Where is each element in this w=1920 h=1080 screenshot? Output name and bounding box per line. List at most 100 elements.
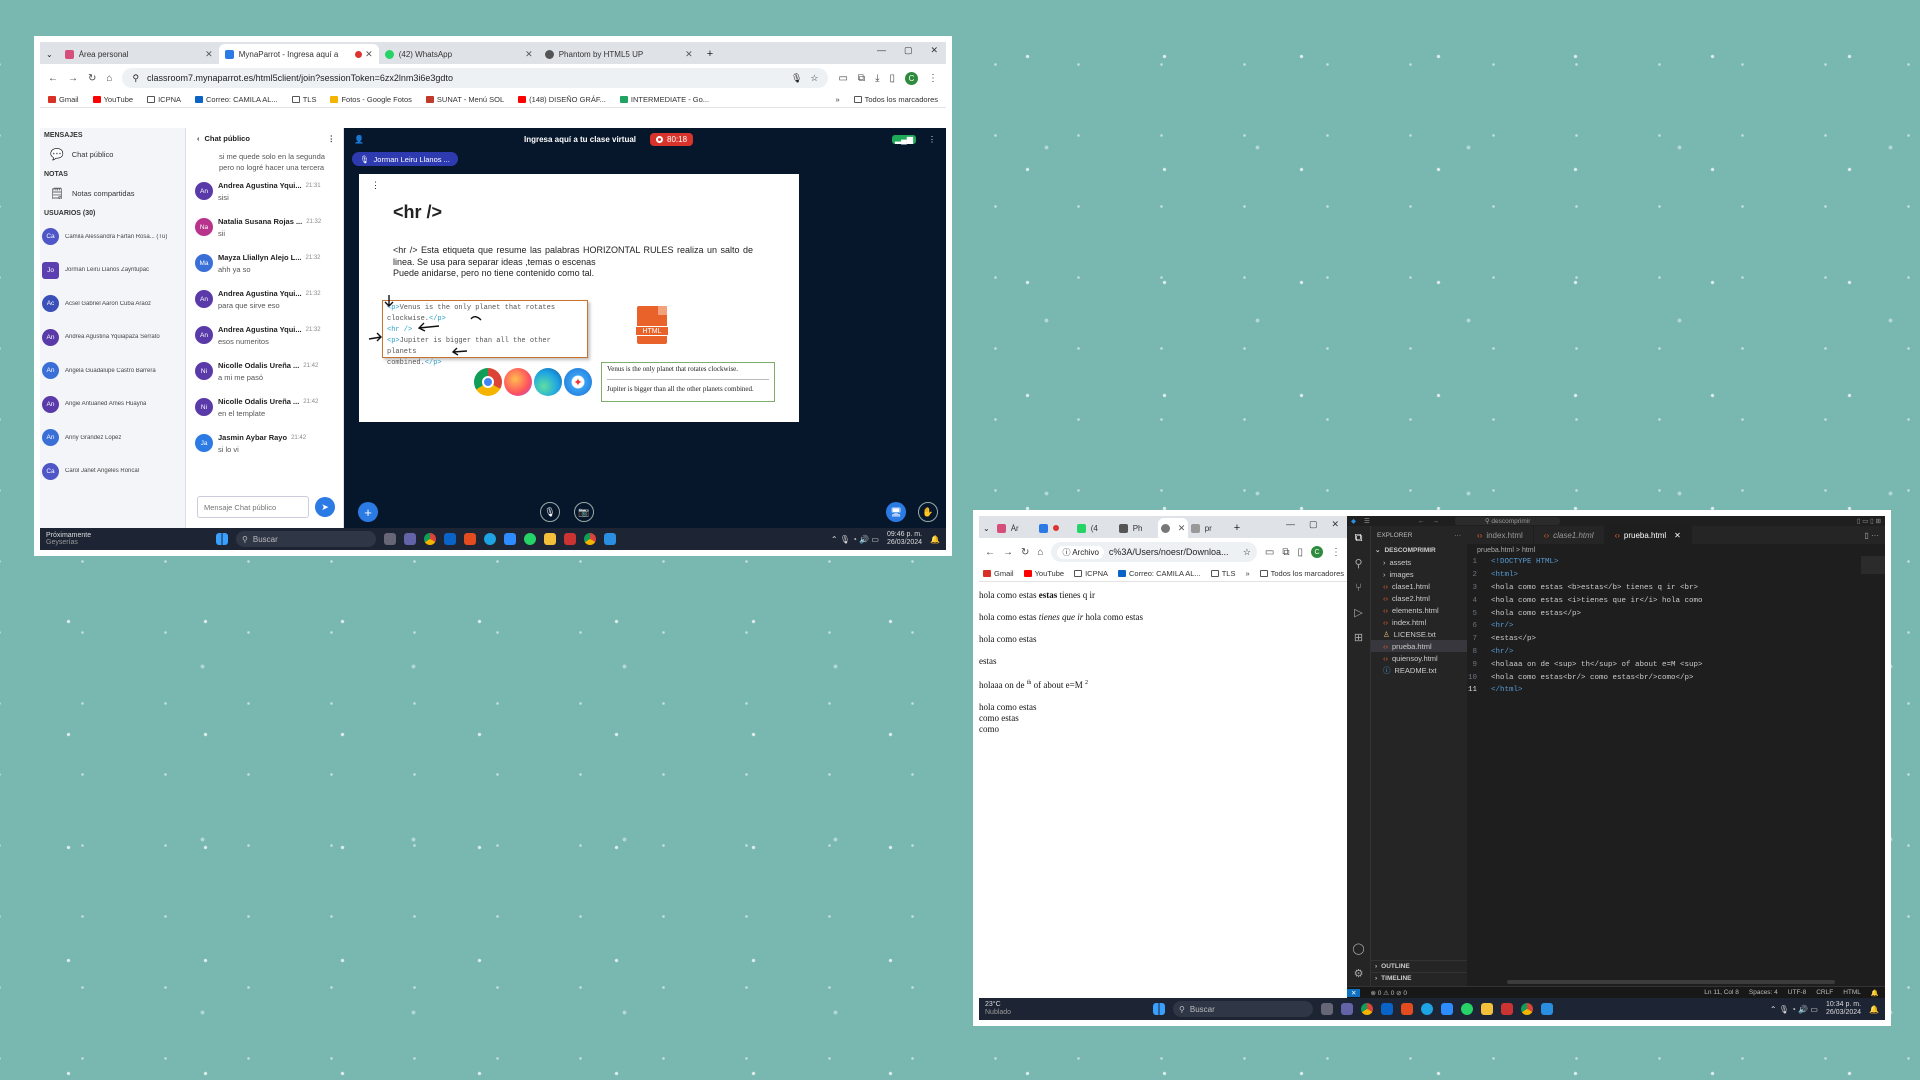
line-ending[interactable]: CRLF bbox=[1816, 989, 1833, 996]
all-bookmarks[interactable]: Todos los marcadores bbox=[853, 95, 938, 104]
explorer-item[interactable]: ‹› clase1.html bbox=[1371, 580, 1467, 592]
maximize-icon[interactable]: ▢ bbox=[904, 45, 913, 56]
close-icon[interactable]: ✕ bbox=[365, 49, 373, 60]
close-icon[interactable]: ✕ bbox=[525, 49, 533, 60]
slide-options-icon[interactable]: ⋮ bbox=[371, 180, 380, 191]
zoom-icon[interactable] bbox=[1441, 1003, 1453, 1015]
teams-icon[interactable] bbox=[404, 533, 416, 545]
menu-icon[interactable]: ⋮ bbox=[1331, 547, 1341, 558]
more-options-icon[interactable]: ⋮ bbox=[928, 135, 936, 144]
taskbar-search[interactable]: ⚲ Buscar bbox=[1173, 1001, 1313, 1017]
mic-icon[interactable]: 🎙 bbox=[791, 73, 802, 84]
bookmark-youtube[interactable]: YouTube bbox=[92, 95, 133, 104]
search-icon[interactable]: ⚲ bbox=[1354, 557, 1362, 570]
explorer-item-selected[interactable]: ‹› prueba.html bbox=[1371, 640, 1467, 652]
tab-area-personal[interactable]: Área personal ✕ bbox=[59, 44, 219, 64]
back-icon[interactable]: ← bbox=[48, 73, 58, 84]
close-window-icon[interactable]: ✕ bbox=[1331, 519, 1339, 530]
user-item[interactable]: An Anny Grandez Lopez bbox=[40, 421, 185, 455]
close-icon[interactable]: ✕ bbox=[205, 49, 213, 60]
tab-list-icon[interactable]: ⌄ bbox=[46, 50, 53, 59]
chrome-active-icon[interactable] bbox=[584, 533, 596, 545]
file-explorer-icon[interactable] bbox=[544, 533, 556, 545]
code-area[interactable]: 1 <!DOCTYPE HTML> 2 <html> 3 <hola como estas… bbox=[1467, 556, 1885, 697]
tab-file[interactable]: pr bbox=[1188, 518, 1228, 538]
zoom-icon[interactable] bbox=[504, 533, 516, 545]
minimize-icon[interactable]: — bbox=[877, 45, 886, 56]
chrome-icon[interactable] bbox=[1361, 1003, 1373, 1015]
whatsapp-icon[interactable] bbox=[1461, 1003, 1473, 1015]
taskbar-search[interactable]: ⚲ Buscar bbox=[236, 531, 376, 547]
bookmark-star-icon[interactable]: ☆ bbox=[1243, 547, 1251, 558]
close-icon[interactable]: ✕ bbox=[685, 49, 693, 60]
tab-phantom[interactable]: Ph bbox=[1116, 518, 1158, 538]
cast-icon[interactable]: ▭ bbox=[1265, 547, 1274, 558]
taskbar-clock[interactable]: 10:34 p. m. 26/03/2024 bbox=[1826, 1001, 1861, 1017]
explorer-item[interactable]: ♙ LICENSE.txt bbox=[1371, 628, 1467, 640]
home-icon[interactable]: ⌂ bbox=[1037, 547, 1043, 558]
minimap[interactable] bbox=[1861, 556, 1885, 574]
reload-icon[interactable]: ↻ bbox=[88, 73, 96, 84]
bookmark-fotos[interactable]: Fotos - Google Fotos bbox=[330, 95, 412, 104]
site-info-icon[interactable]: ⚲ bbox=[132, 73, 139, 84]
edge-icon[interactable] bbox=[484, 533, 496, 545]
recording-indicator[interactable]: 80:18 bbox=[650, 132, 694, 146]
user-item[interactable]: Ca Camila Alessandra Farfan Rosa... (Tú) bbox=[40, 220, 185, 254]
new-tab-button[interactable]: + bbox=[707, 48, 713, 60]
new-tab-button[interactable]: + bbox=[1234, 522, 1240, 534]
home-icon[interactable]: ⌂ bbox=[106, 73, 112, 84]
command-center[interactable]: ⚲ descomprimir bbox=[1454, 517, 1561, 525]
chevron-left-icon[interactable]: ‹ bbox=[197, 134, 200, 143]
user-item[interactable]: An Angela Guadalupe Castro Barrera bbox=[40, 354, 185, 388]
editor-tab[interactable]: ‹› clase1.html bbox=[1534, 526, 1605, 544]
sidepanel-icon[interactable]: ▯ bbox=[889, 73, 895, 84]
more-bookmarks-icon[interactable]: » bbox=[835, 95, 839, 104]
bookmark-gmail[interactable]: Gmail bbox=[983, 569, 1014, 578]
bookmark-star-icon[interactable]: ☆ bbox=[810, 73, 818, 84]
raise-hand-button[interactable]: ✋ bbox=[918, 502, 938, 522]
whatsapp-icon[interactable] bbox=[524, 533, 536, 545]
explorer-item[interactable]: ‹› clase2.html bbox=[1371, 592, 1467, 604]
chat-message-input[interactable] bbox=[197, 496, 309, 518]
all-bookmarks[interactable]: Todos los marcadores bbox=[1259, 569, 1344, 578]
user-item[interactable]: An Andrea Agustina Yquiapaza Serrato bbox=[40, 321, 185, 355]
more-options-icon[interactable]: ⋮ bbox=[328, 134, 336, 143]
editor-actions[interactable]: ▯ ··· bbox=[1864, 526, 1885, 544]
explorer-item[interactable]: › assets bbox=[1371, 556, 1467, 568]
indentation[interactable]: Spaces: 4 bbox=[1749, 989, 1778, 996]
forward-icon[interactable]: → bbox=[1003, 547, 1013, 558]
close-icon[interactable]: ✕ bbox=[1178, 523, 1186, 534]
chrome-active-icon[interactable] bbox=[1521, 1003, 1533, 1015]
more-options-icon[interactable]: ··· bbox=[1455, 532, 1462, 539]
problems-indicator[interactable]: ⊗ 0 ⚠ 0 ⊘ 0 bbox=[1370, 989, 1407, 997]
mail-icon[interactable] bbox=[1381, 1003, 1393, 1015]
bookmark-gmail[interactable]: Gmail bbox=[48, 95, 79, 104]
connection-icon[interactable]: ▂▄▆ bbox=[892, 134, 916, 144]
explorer-item[interactable]: › images bbox=[1371, 568, 1467, 580]
forward-icon[interactable]: → bbox=[68, 73, 78, 84]
minimize-icon[interactable]: — bbox=[1286, 519, 1295, 530]
user-list-toggle-icon[interactable]: 👤 bbox=[354, 135, 364, 144]
user-item[interactable]: Ca Carol Janet Angeles Roncal bbox=[40, 455, 185, 489]
app-icon[interactable] bbox=[564, 533, 576, 545]
tab-mynaparrot[interactable] bbox=[1036, 518, 1074, 538]
forward-icon[interactable]: → bbox=[1432, 518, 1439, 525]
close-window-icon[interactable]: ✕ bbox=[930, 45, 938, 56]
sidepanel-icon[interactable]: ▯ bbox=[1297, 547, 1303, 558]
notification-area[interactable]: Próximamente Geyserías bbox=[46, 532, 138, 546]
editor-tab-active[interactable]: ‹› prueba.html ✕ bbox=[1604, 526, 1692, 544]
system-tray-icons[interactable]: ⌃ 🎙 ◔ 🔊 ▭ bbox=[1770, 1005, 1818, 1014]
settings-gear-icon[interactable]: ⚙ bbox=[1354, 967, 1364, 980]
vscode-icon[interactable] bbox=[1541, 1003, 1553, 1015]
explorer-item[interactable]: ‹› quiensoy.html bbox=[1371, 652, 1467, 664]
tab-whatsapp[interactable]: (42) WhatsApp ✕ bbox=[379, 44, 539, 64]
mute-mic-button[interactable]: 🎙 bbox=[540, 502, 560, 522]
run-debug-icon[interactable]: ▷ bbox=[1354, 606, 1362, 619]
bookmark-correo[interactable]: Correo: CAMILA AL... bbox=[1118, 569, 1201, 578]
cursor-position[interactable]: Ln 11, Col 8 bbox=[1704, 989, 1739, 996]
bookmark-correo[interactable]: Correo: CAMILA AL... bbox=[195, 95, 278, 104]
bookmark-diseno[interactable]: (148) DISEÑO GRÁF... bbox=[518, 95, 606, 104]
weather-widget[interactable]: 23°C Nublado bbox=[985, 1001, 1035, 1017]
windows-start-icon[interactable] bbox=[1153, 1003, 1165, 1015]
horizontal-scrollbar[interactable] bbox=[1507, 980, 1835, 984]
